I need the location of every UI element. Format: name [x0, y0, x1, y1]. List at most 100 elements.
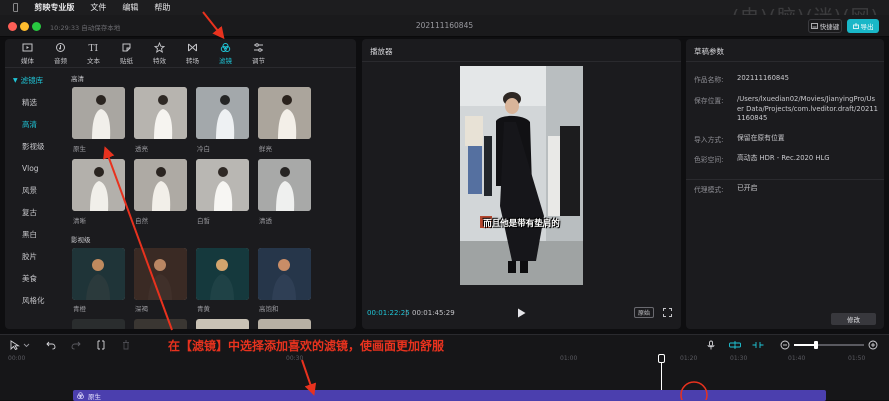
filter-thumb-high-saturation[interactable]	[258, 248, 311, 300]
section-hd-label: 高清	[71, 75, 84, 83]
filter-preview-image	[134, 248, 187, 300]
filter-label: 清透	[259, 217, 272, 225]
media-panel: 媒体 音频 TI 文本 贴纸 特效 转场 滤镜 调节 ▼ 滤镜库 精选 高清 影…	[5, 39, 356, 329]
microphone-icon[interactable]	[706, 340, 716, 350]
sidebar-header-label: 滤镜库	[20, 75, 44, 85]
filter-label: 白皙	[197, 217, 210, 225]
sidebar-item-stylized[interactable]: 风格化	[5, 289, 63, 311]
tab-text-label: 文本	[87, 56, 100, 65]
tab-sticker[interactable]: 贴纸	[110, 39, 143, 67]
menu-edit[interactable]: 编辑	[122, 2, 138, 13]
play-icon[interactable]	[517, 308, 526, 318]
delete-icon[interactable]	[121, 340, 131, 350]
menu-app-name[interactable]: 剪映专业版	[34, 2, 74, 13]
sidebar-item-food[interactable]: 美食	[5, 267, 63, 289]
shortcut-button[interactable]: 快捷键	[808, 19, 842, 33]
magnet-snap-icon[interactable]	[752, 340, 764, 350]
sidebar-item-featured[interactable]: 精选	[5, 91, 63, 113]
filter-icon	[77, 392, 84, 399]
filter-thumb[interactable]	[134, 319, 187, 329]
filter-thumb[interactable]	[72, 319, 125, 329]
sidebar-item-retro[interactable]: 复古	[5, 201, 63, 223]
param-key-import: 导入方式:	[694, 136, 724, 144]
tab-filter-label: 滤镜	[219, 56, 232, 65]
tab-audio[interactable]: 音频	[44, 39, 77, 67]
filter-thumb-bright[interactable]	[134, 87, 187, 139]
filter-label: 青黄	[197, 305, 210, 313]
aspect-ratio-button[interactable]: 原始	[634, 307, 654, 318]
menu-file[interactable]: 文件	[90, 2, 106, 13]
edit-params-button[interactable]: 修改	[831, 313, 876, 325]
zoom-in-icon[interactable]	[868, 340, 878, 350]
filter-thumb-deep-brown[interactable]	[134, 248, 187, 300]
svg-text:TI: TI	[89, 44, 99, 53]
filter-preview-image	[196, 248, 249, 300]
sidebar-item-cinematic[interactable]: 影视级	[5, 135, 63, 157]
filter-thumb-cool-white[interactable]	[196, 87, 249, 139]
filter-track-clip[interactable]: 原生	[73, 390, 826, 401]
sidebar-header-filter-library[interactable]: ▼ 滤镜库	[5, 69, 63, 91]
filter-thumb-natural[interactable]	[134, 159, 187, 211]
filter-label: 青橙	[73, 305, 86, 313]
filter-thumb-teal-orange[interactable]	[72, 248, 125, 300]
zoom-out-icon[interactable]	[780, 340, 790, 350]
ruler-tick-label: 01:00	[560, 355, 578, 362]
playhead-handle[interactable]	[658, 354, 665, 363]
params-divider	[686, 179, 884, 180]
filter-label: 深褐	[135, 305, 148, 313]
menu-help[interactable]: 帮助	[154, 2, 170, 13]
sidebar-item-hd[interactable]: 高清	[5, 113, 63, 135]
filter-thumb-vivid[interactable]	[258, 87, 311, 139]
media-icon	[22, 43, 33, 51]
section-cinematic-label: 影视级	[71, 236, 91, 244]
sidebar-item-black-white[interactable]: 黑白	[5, 223, 63, 245]
param-value-name: 202111160845	[737, 74, 789, 82]
export-button[interactable]: 导出	[847, 19, 879, 33]
filter-thumb-fair[interactable]	[196, 159, 249, 211]
select-cursor-icon[interactable]	[10, 340, 20, 350]
tab-adjust-label: 调节	[252, 56, 265, 65]
timeline-ruler[interactable]: 00:00 00:30 01:00 01:20 01:30 01:40 01:5…	[0, 355, 889, 365]
tab-effects[interactable]: 特效	[143, 39, 176, 67]
filter-thumb-clear[interactable]	[72, 159, 125, 211]
filter-thumb-clear-transparent[interactable]	[258, 159, 311, 211]
sidebar-item-film[interactable]: 胶片	[5, 245, 63, 267]
filter-thumb-original[interactable]	[72, 87, 125, 139]
tab-transition[interactable]: 转场	[176, 39, 209, 67]
undo-icon[interactable]	[46, 340, 56, 350]
sidebar-item-landscape[interactable]: 风景	[5, 179, 63, 201]
filter-thumb[interactable]	[196, 319, 249, 329]
param-key-location: 保存位置:	[694, 97, 724, 105]
tab-filter[interactable]: 滤镜	[209, 39, 242, 67]
project-title: 202111160845	[415, 21, 474, 30]
filter-thumb-teal-yellow[interactable]	[196, 248, 249, 300]
tab-text[interactable]: TI 文本	[77, 39, 110, 67]
filter-preview-image	[196, 87, 249, 139]
filter-icon	[220, 42, 231, 52]
sticker-icon	[122, 43, 131, 51]
annotation-caption: 在【滤镜】中选择添加喜欢的滤镜，使画面更加舒服	[168, 339, 445, 353]
tab-adjust[interactable]: 调节	[242, 39, 275, 67]
keyboard-icon	[810, 23, 818, 29]
split-icon[interactable]	[96, 340, 106, 350]
param-value-color-space: 高动态 HDR - Rec.2020 HLG	[737, 154, 830, 162]
filter-preview-image	[72, 159, 125, 211]
tab-audio-label: 音频	[54, 56, 67, 65]
tab-media[interactable]: 媒体	[11, 39, 44, 67]
tabs-divider	[5, 67, 356, 68]
link-clips-icon[interactable]	[729, 340, 741, 350]
filter-preview-image	[258, 87, 311, 139]
zoom-slider-knob[interactable]	[814, 341, 818, 349]
chevron-down-icon[interactable]	[23, 340, 30, 350]
player-divider	[362, 61, 681, 62]
params-title: 草稿参数	[694, 47, 724, 56]
player-title: 播放器	[370, 47, 393, 56]
fullscreen-icon[interactable]	[663, 308, 672, 317]
apple-icon[interactable]: 	[13, 3, 18, 13]
adjust-icon	[254, 42, 263, 52]
redo-icon[interactable]	[71, 340, 81, 350]
ruler-tick-label: 00:30	[286, 355, 304, 362]
filter-thumb[interactable]	[258, 319, 311, 329]
sidebar-item-vlog[interactable]: Vlog	[5, 157, 63, 179]
video-preview[interactable]: 而且他是带有垫肩的	[460, 66, 583, 285]
